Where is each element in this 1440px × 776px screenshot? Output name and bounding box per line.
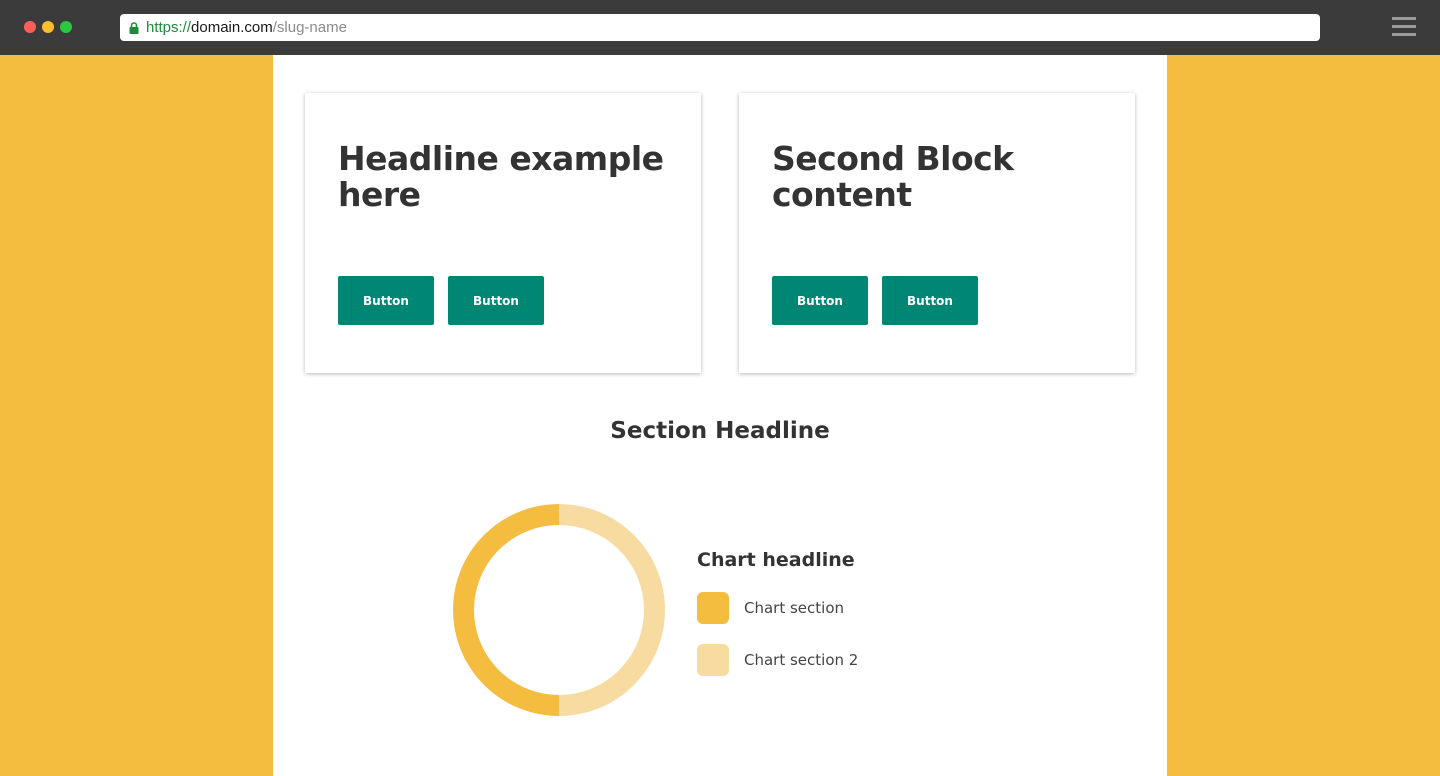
card-button[interactable]: Button (338, 276, 434, 325)
url-scheme: https:// (146, 19, 192, 36)
minimize-window-button[interactable] (42, 21, 54, 33)
content-card: Second Block content Button Button (739, 93, 1135, 373)
browser-window: https:// domain.com /slug-name Headline … (0, 0, 1440, 776)
address-bar[interactable]: https:// domain.com /slug-name (120, 14, 1320, 41)
card-headline: Second Block content (772, 139, 1014, 214)
card-headline: Headline example here (338, 139, 664, 214)
close-window-button[interactable] (24, 21, 36, 33)
legend-label: Chart section 2 (744, 651, 859, 669)
page-content: Headline example here Button Button Seco… (273, 55, 1167, 776)
card-button[interactable]: Button (772, 276, 868, 325)
url-path: /slug-name (272, 19, 347, 36)
legend-item: Chart section (697, 592, 844, 624)
browser-toolbar: https:// domain.com /slug-name (0, 0, 1440, 55)
donut-slice-1 (453, 504, 560, 716)
section-headline: Section Headline (610, 418, 830, 444)
content-card: Headline example here Button Button (305, 93, 701, 373)
legend-item: Chart section 2 (697, 644, 858, 676)
legend-label: Chart section (744, 599, 845, 617)
legend-swatch (697, 592, 729, 624)
lock-icon (129, 21, 139, 34)
chart-headline: Chart headline (697, 549, 855, 571)
card-button[interactable]: Button (882, 276, 978, 325)
legend-swatch (697, 644, 729, 676)
chart-legend: Chart headline Chart section Chart secti… (697, 547, 997, 676)
donut-slice-2 (558, 504, 665, 716)
card-button[interactable]: Button (448, 276, 544, 325)
url-host: domain.com (191, 19, 273, 36)
hamburger-menu-icon[interactable] (1392, 17, 1416, 37)
maximize-window-button[interactable] (60, 21, 72, 33)
donut-chart (453, 504, 665, 716)
